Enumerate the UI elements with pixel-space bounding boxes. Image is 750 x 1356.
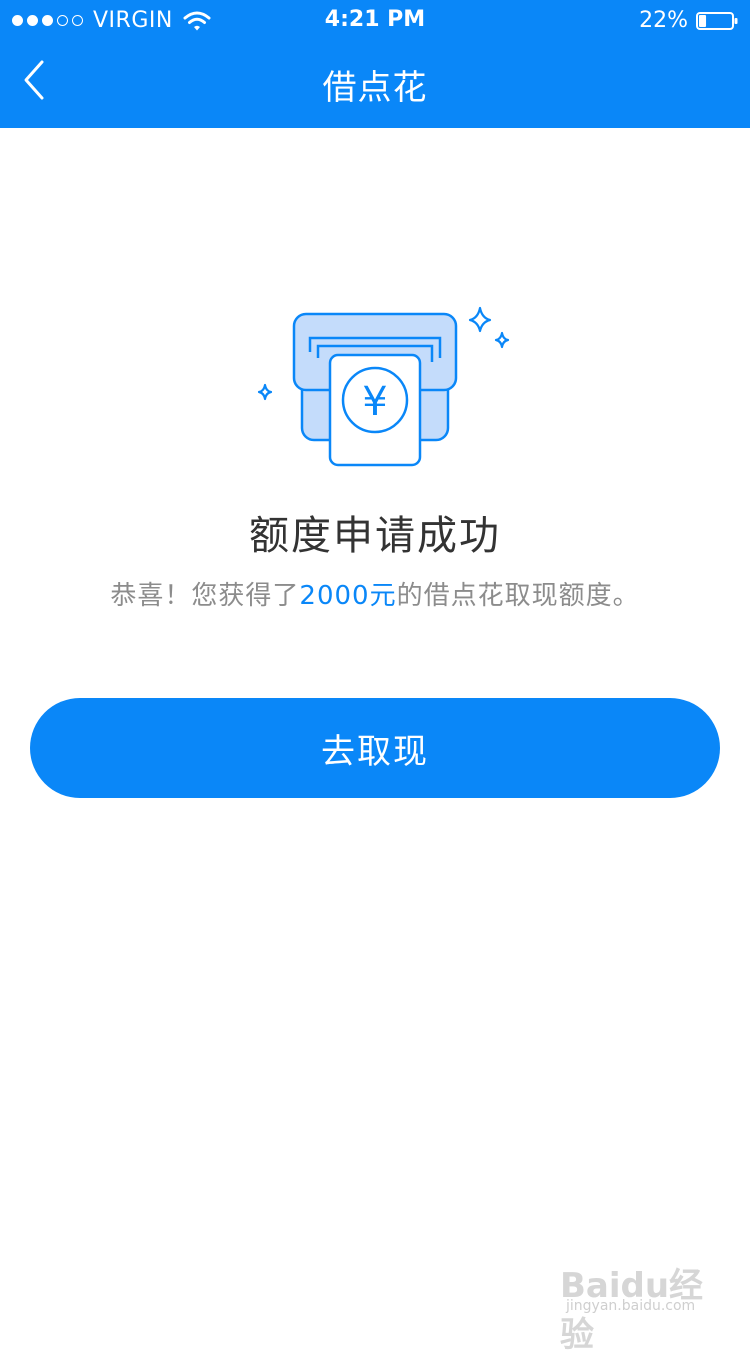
withdraw-cash-button[interactable]: 去取现 (30, 698, 720, 798)
result-message-suffix: 的借点花取现额度。 (396, 581, 640, 611)
result-heading: 额度申请成功 (249, 513, 501, 559)
yen-symbol: ¥ (362, 379, 387, 425)
watermark-url: jingyan.baidu.com (566, 1298, 696, 1314)
sparkle-icon (468, 306, 492, 333)
battery-group: 22% (639, 8, 738, 33)
sparkle-icon (494, 331, 510, 349)
battery-icon (696, 11, 738, 30)
battery-percent: 22% (639, 8, 688, 33)
page-title: 借点花 (322, 68, 428, 108)
cash-dispense-icon: ¥ (257, 306, 510, 467)
withdraw-cash-label: 去取现 (321, 731, 429, 772)
result-message: 恭喜！您获得了2000元的借点花取现额度。 (0, 575, 750, 612)
baidu-watermark: Baidu经验 jingyan.baidu.com (560, 1258, 710, 1355)
app-header: VIRGIN 4:21 PM 22% 借点花 (0, 0, 750, 128)
sparkle-icon (257, 383, 273, 401)
credit-amount: 2000元 (299, 581, 397, 611)
status-bar: VIRGIN 4:21 PM 22% (0, 0, 750, 40)
status-time: 4:21 PM (324, 7, 426, 32)
result-message-prefix: 恭喜！您获得了 (110, 581, 300, 611)
nav-bar: 借点花 (0, 40, 750, 128)
